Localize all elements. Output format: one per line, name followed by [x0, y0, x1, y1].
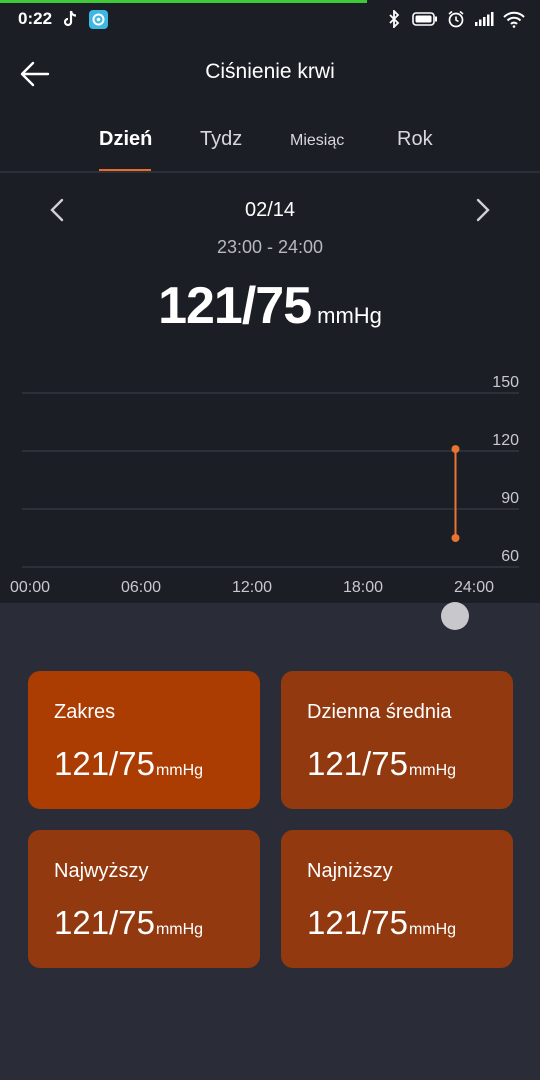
card-lowest[interactable]: Najniższy 121/75mmHg [281, 830, 513, 968]
y-tick-label: 150 [492, 374, 519, 391]
card-label: Dzienna średnia [307, 701, 452, 723]
tabs-divider [0, 171, 540, 173]
status-time: 0:22 [18, 9, 53, 28]
time-range: 23:00 - 24:00 [216, 237, 324, 257]
y-tick-label: 60 [501, 548, 519, 565]
y-tick-label: 120 [492, 432, 519, 449]
next-date-button[interactable] [468, 196, 496, 224]
chart-canvas: 150 120 90 60 00:00 06:00 12:00 18:00 24:00 [10, 374, 519, 596]
card-value: 121/75mmHg [54, 904, 204, 941]
wifi-icon [502, 9, 526, 29]
card-daily-average[interactable]: Dzienna średnia 121/75mmHg [281, 671, 513, 809]
bluetooth-icon [384, 9, 404, 29]
status-bar: 0:22 [0, 0, 540, 38]
chevron-right-icon [476, 198, 490, 222]
tab-year[interactable]: Rok [397, 128, 433, 151]
tab-month[interactable]: Miesiąc [290, 132, 344, 150]
current-reading: 121/75 mmHg [0, 276, 540, 336]
tab-week[interactable]: Tydz [200, 128, 242, 151]
signal-icon [474, 9, 494, 29]
card-label: Zakres [54, 701, 116, 723]
tab-day[interactable]: Dzień [99, 128, 152, 151]
reading-value: 121/75 [158, 277, 312, 335]
systolic-point [451, 445, 460, 454]
x-tick-label: 00:00 [10, 579, 50, 596]
card-label: Najwyższy [54, 860, 149, 882]
app-icon [88, 9, 108, 29]
y-tick-label: 90 [501, 490, 519, 507]
card-value: 121/75mmHg [54, 745, 204, 782]
x-tick-label: 24:00 [454, 579, 494, 596]
x-tick-label: 06:00 [121, 579, 161, 596]
alarm-icon [446, 9, 466, 29]
card-highest[interactable]: Najwyższy 121/75mmHg [28, 830, 260, 968]
date-label: 02/14 [244, 199, 296, 221]
card-label: Najniższy [307, 860, 393, 882]
battery-icon [412, 9, 438, 29]
tiktok-icon [60, 9, 80, 29]
card-range[interactable]: Zakres 121/75mmHg [28, 671, 260, 809]
period-tabs: Dzień Tydz Miesiąc Rok [0, 122, 540, 172]
card-value: 121/75mmHg [307, 904, 457, 941]
reading-unit: mmHg [317, 303, 382, 328]
card-value: 121/75mmHg [307, 745, 457, 782]
x-tick-label: 18:00 [343, 579, 383, 596]
blood-pressure-chart: 150 120 90 60 00:00 06:00 12:00 18:00 24:00 [0, 360, 540, 605]
x-tick-label: 12:00 [232, 579, 272, 596]
page-title: Ciśnienie krwi [205, 60, 335, 83]
diastolic-point [451, 534, 460, 542]
time-slider-handle[interactable] [441, 602, 469, 630]
